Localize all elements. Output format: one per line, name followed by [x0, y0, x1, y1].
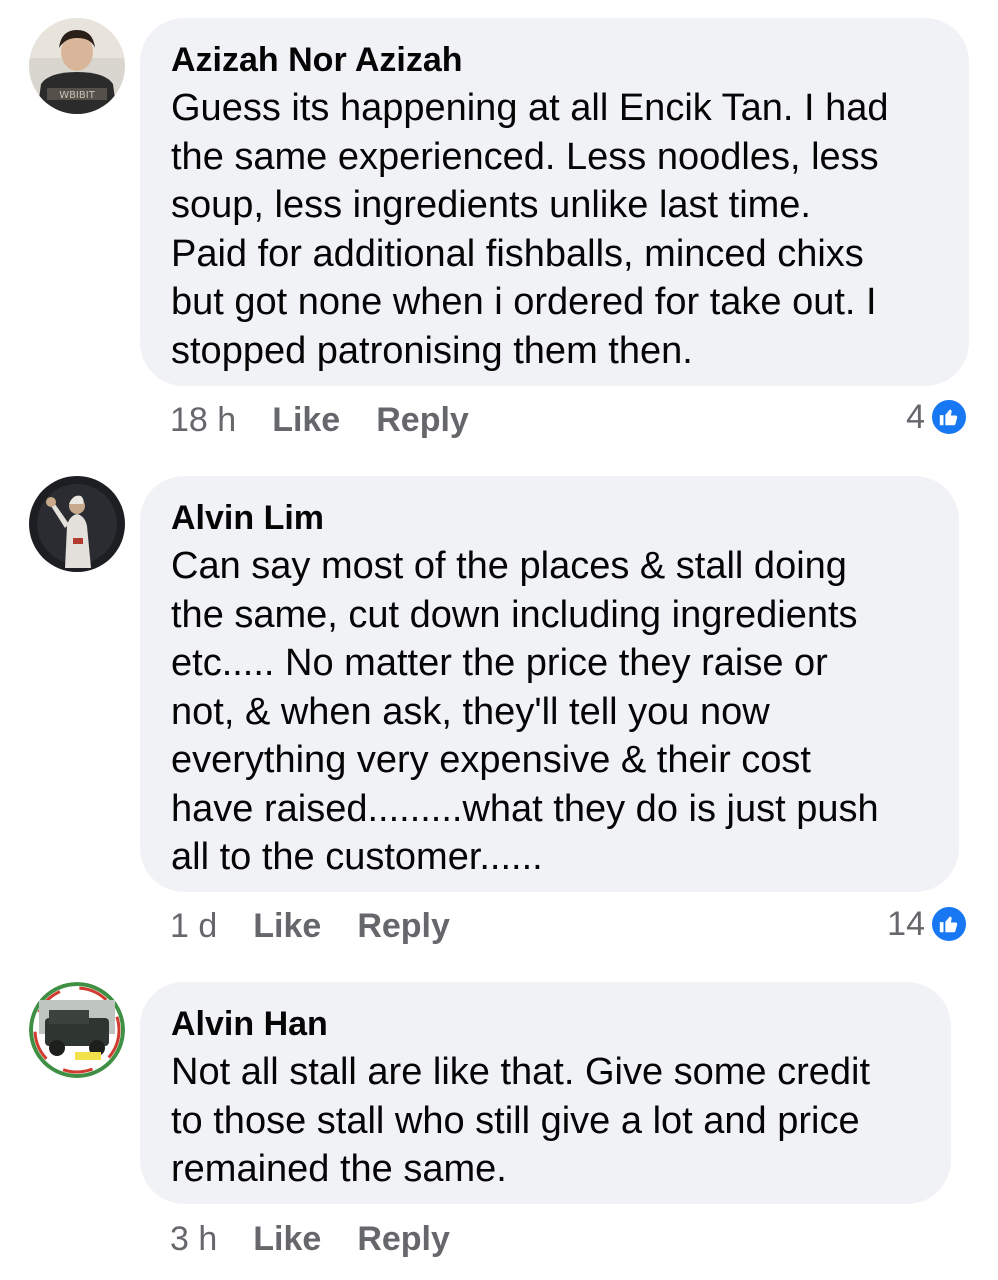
comment-timestamp[interactable]: 3 h: [170, 1220, 217, 1258]
avatar[interactable]: WBIBIT: [29, 18, 125, 114]
like-button[interactable]: Like: [253, 1220, 321, 1258]
comment-actions: 1 d Like Reply: [170, 906, 450, 946]
comment-text: Can say most of the places & stall doing…: [171, 545, 879, 878]
comment-timestamp[interactable]: 1 d: [170, 907, 217, 945]
reply-button[interactable]: Reply: [357, 1220, 450, 1258]
thumbs-up-icon: [929, 904, 969, 944]
comment-text: Guess its happening at all Encik Tan. I …: [171, 87, 889, 372]
reaction-count: 14: [887, 905, 925, 943]
comment-actions: 18 h Like Reply: [170, 400, 469, 440]
comment-timestamp[interactable]: 18 h: [170, 401, 236, 439]
comment-bubble: Azizah Nor Azizah Guess its happening at…: [140, 18, 969, 386]
reaction-summary[interactable]: 14: [887, 904, 969, 944]
like-button[interactable]: Like: [272, 401, 340, 439]
reply-button[interactable]: Reply: [376, 401, 469, 439]
comment-actions: 3 h Like Reply: [170, 1219, 450, 1259]
reaction-summary[interactable]: 4: [906, 397, 969, 437]
like-button[interactable]: Like: [253, 907, 321, 945]
svg-text:WBIBIT: WBIBIT: [59, 90, 96, 101]
comment-author[interactable]: Azizah Nor Azizah: [171, 38, 939, 82]
comment-text: Not all stall are like that. Give some c…: [171, 1051, 871, 1190]
thumbs-up-icon: [929, 397, 969, 437]
avatar[interactable]: [29, 982, 125, 1078]
comment-bubble: Alvin Lim Can say most of the places & s…: [140, 476, 959, 892]
reply-button[interactable]: Reply: [357, 907, 450, 945]
reaction-count: 4: [906, 398, 925, 436]
comment-author[interactable]: Alvin Han: [171, 1002, 921, 1046]
comment-author[interactable]: Alvin Lim: [171, 496, 929, 540]
comment-bubble: Alvin Han Not all stall are like that. G…: [140, 982, 951, 1204]
avatar[interactable]: [29, 476, 125, 572]
